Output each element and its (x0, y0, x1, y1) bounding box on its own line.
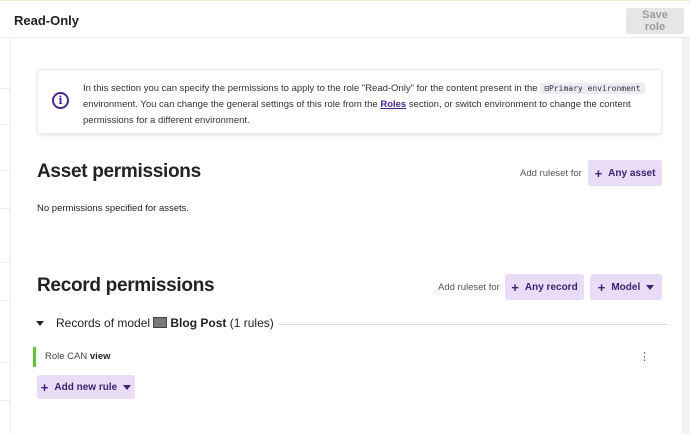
info-box: i In this section you can specify the pe… (37, 69, 662, 134)
rule-row: Role CAN view ⋮ (33, 347, 663, 367)
info-icon: i (52, 92, 69, 109)
roles-link[interactable]: Roles (380, 99, 406, 110)
page-title: Read-Only (14, 13, 80, 28)
info-text: In this section you can specify the perm… (83, 81, 651, 129)
plus-icon: + (511, 279, 519, 295)
model-dropdown-button[interactable]: + Model (590, 274, 662, 300)
records-group-label: Records of model Blog Post (1 rules) (56, 316, 274, 330)
record-add-ruleset-label: Add ruleset for (438, 282, 500, 293)
records-group-header[interactable]: Records of model Blog Post (1 rules) (36, 316, 668, 332)
any-asset-button[interactable]: + Any asset (588, 160, 662, 186)
chevron-down-icon (646, 284, 655, 290)
rule-indicator (33, 347, 36, 367)
asset-add-ruleset-label: Add ruleset for (520, 168, 582, 179)
environment-badge: ⊟Primary environment (540, 83, 645, 94)
plus-icon: + (594, 165, 603, 181)
save-role-button[interactable]: Save role (626, 8, 684, 34)
any-record-button[interactable]: + Any record (505, 274, 584, 300)
divider (278, 324, 668, 325)
rule-text: Role CAN view (45, 351, 111, 362)
plus-icon: + (40, 379, 49, 395)
collapse-caret-icon[interactable] (36, 321, 44, 326)
asset-empty-text: No permissions specified for assets. (37, 203, 190, 214)
newspaper-icon (153, 317, 168, 328)
plus-icon: + (597, 279, 606, 295)
left-rail (0, 38, 11, 434)
record-permissions-heading: Record permissions (37, 275, 215, 296)
more-options-icon[interactable]: ⋮ (639, 351, 650, 363)
scrollbar[interactable] (682, 38, 690, 434)
top-bar: Read-Only Save role (0, 0, 690, 38)
chevron-down-icon (123, 384, 132, 390)
asset-permissions-heading: Asset permissions (37, 161, 201, 182)
add-new-rule-button[interactable]: + Add new rule (37, 375, 135, 399)
